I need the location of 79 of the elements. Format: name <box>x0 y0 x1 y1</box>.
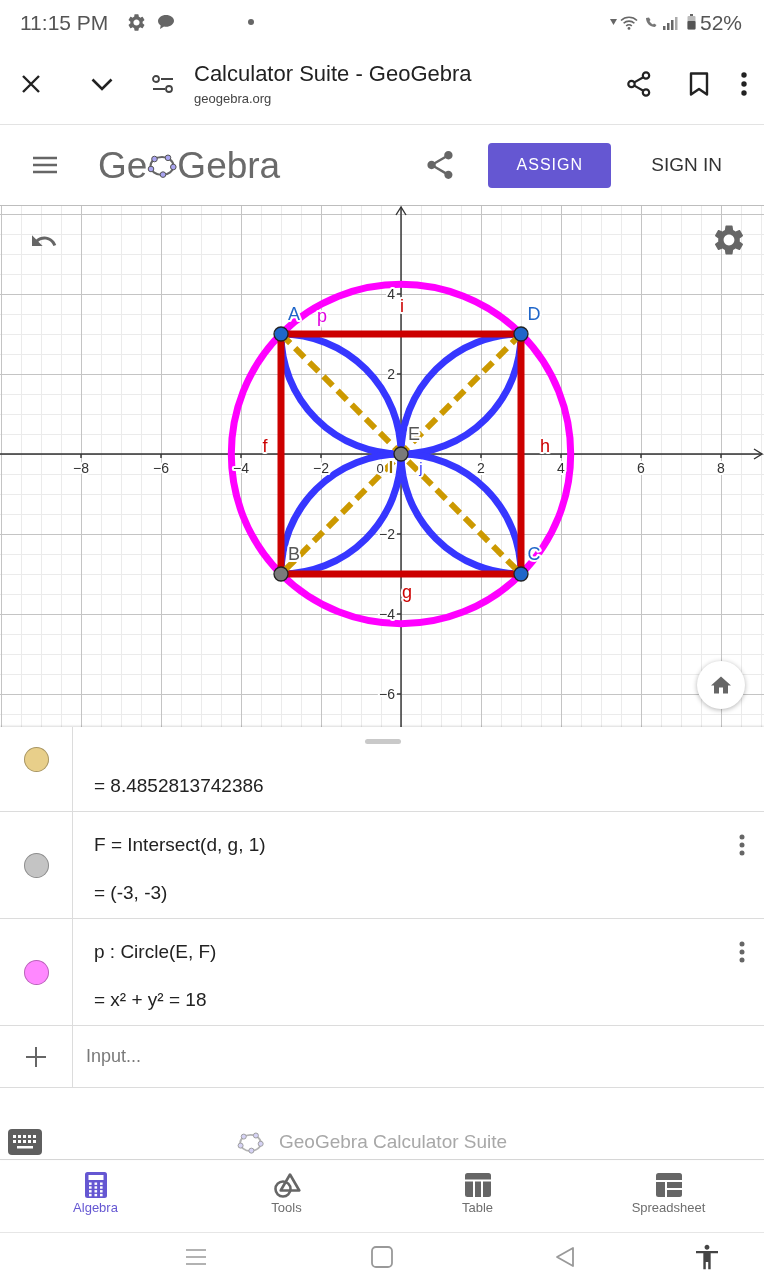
point-marker-icon <box>273 326 289 342</box>
algebra-value: = x² + y² = 18 <box>94 988 207 1012</box>
page-url: geogebra.org <box>194 91 273 107</box>
color-dot-icon[interactable] <box>23 852 49 878</box>
point-marker-icon <box>513 326 529 342</box>
object-label: g <box>402 582 412 602</box>
logo-icon <box>147 151 178 178</box>
logo-icon <box>237 1129 264 1154</box>
home-button[interactable] <box>697 661 745 709</box>
battery-percentage: 52% <box>699 11 742 33</box>
color-dot-icon[interactable] <box>23 959 49 985</box>
share-icon[interactable] <box>627 71 651 97</box>
notification-dot-icon <box>248 19 255 25</box>
axis-tick-label: −8 <box>73 460 89 476</box>
axis-tick-label: 6 <box>637 460 645 476</box>
signal-icon <box>643 14 678 30</box>
more-icon[interactable] <box>741 72 747 96</box>
assign-button[interactable]: ASSIGN <box>488 142 612 188</box>
point-label: A <box>288 304 300 324</box>
point-label: D <box>527 304 541 324</box>
axis-tick-label: 4 <box>387 286 395 302</box>
point-label: B <box>288 544 300 564</box>
object-label: i <box>400 296 404 316</box>
spreadsheet-icon <box>655 1173 682 1197</box>
axis-tick-label: 0 <box>376 461 384 476</box>
menu-icon[interactable] <box>33 156 57 174</box>
plus-icon[interactable] <box>25 1045 47 1068</box>
point-marker-icon <box>393 446 409 462</box>
object-label: h <box>540 436 550 456</box>
status-time: 11:15 PM <box>20 11 109 33</box>
chat-bubble-icon <box>157 14 176 30</box>
algebra-definition[interactable]: p : Circle(E, F) <box>94 939 217 965</box>
axis-tick-label: 4 <box>557 460 565 476</box>
sign-in-button[interactable]: SIGN IN <box>651 150 722 180</box>
algebra-value: = (-3, -3) <box>94 881 168 905</box>
brand-name: GeoGebra Calculator Suite <box>279 1132 508 1151</box>
logo-text: Gebra <box>177 146 281 184</box>
sliders-icon[interactable] <box>152 75 174 93</box>
point-marker-icon <box>273 566 289 582</box>
axis-tick-label: 2 <box>477 460 485 476</box>
home-icon <box>711 676 731 694</box>
wifi-icon <box>619 14 638 30</box>
circle-triangle-icon <box>272 1171 301 1199</box>
nav-tab[interactable]: Table <box>382 1160 573 1232</box>
point-marker-icon <box>513 566 529 582</box>
triangle-icon <box>609 19 617 25</box>
axis-tick-label: −6 <box>153 460 169 476</box>
back-icon[interactable] <box>555 1245 575 1268</box>
object-label: j <box>419 459 423 476</box>
nav-tab[interactable]: Tools <box>191 1160 382 1232</box>
accessibility-icon[interactable] <box>696 1243 718 1270</box>
algebra-definition[interactable]: F = Intersect(d, g, 1) <box>94 832 266 858</box>
settings-icon[interactable] <box>714 225 744 255</box>
axis-tick-label: −2 <box>313 460 329 476</box>
chevron-down-icon[interactable] <box>91 77 113 91</box>
gear-icon <box>128 13 146 31</box>
axis-tick-label: 8 <box>717 460 725 476</box>
color-dot-icon[interactable] <box>23 747 49 772</box>
keyboard-icon[interactable] <box>8 1128 42 1155</box>
logo-text: Ge <box>98 146 148 184</box>
bookmark-icon[interactable] <box>689 72 709 96</box>
battery-icon <box>686 14 696 30</box>
calculator-icon <box>83 1171 108 1199</box>
axis-tick-label: −4 <box>379 606 395 622</box>
axis-tick-label: 2 <box>387 366 395 382</box>
table-icon <box>464 1173 491 1197</box>
drag-handle[interactable] <box>365 739 401 744</box>
home-square-icon[interactable] <box>371 1245 393 1268</box>
page-title: Calculator Suite - GeoGebra <box>194 61 472 87</box>
axis-tick-label: −6 <box>379 686 395 702</box>
object-label: p <box>317 306 327 326</box>
input-field[interactable]: Input... <box>73 1026 764 1087</box>
object-label: l <box>388 459 394 476</box>
nav-tab[interactable]: Algebra <box>0 1160 191 1232</box>
algebra-value: = 8.4852813742386 <box>94 774 264 798</box>
object-label: f <box>262 436 268 456</box>
axis-tick-label: −2 <box>379 526 395 542</box>
nav-tab[interactable]: Spreadsheet <box>573 1160 764 1232</box>
close-icon[interactable] <box>21 74 41 94</box>
